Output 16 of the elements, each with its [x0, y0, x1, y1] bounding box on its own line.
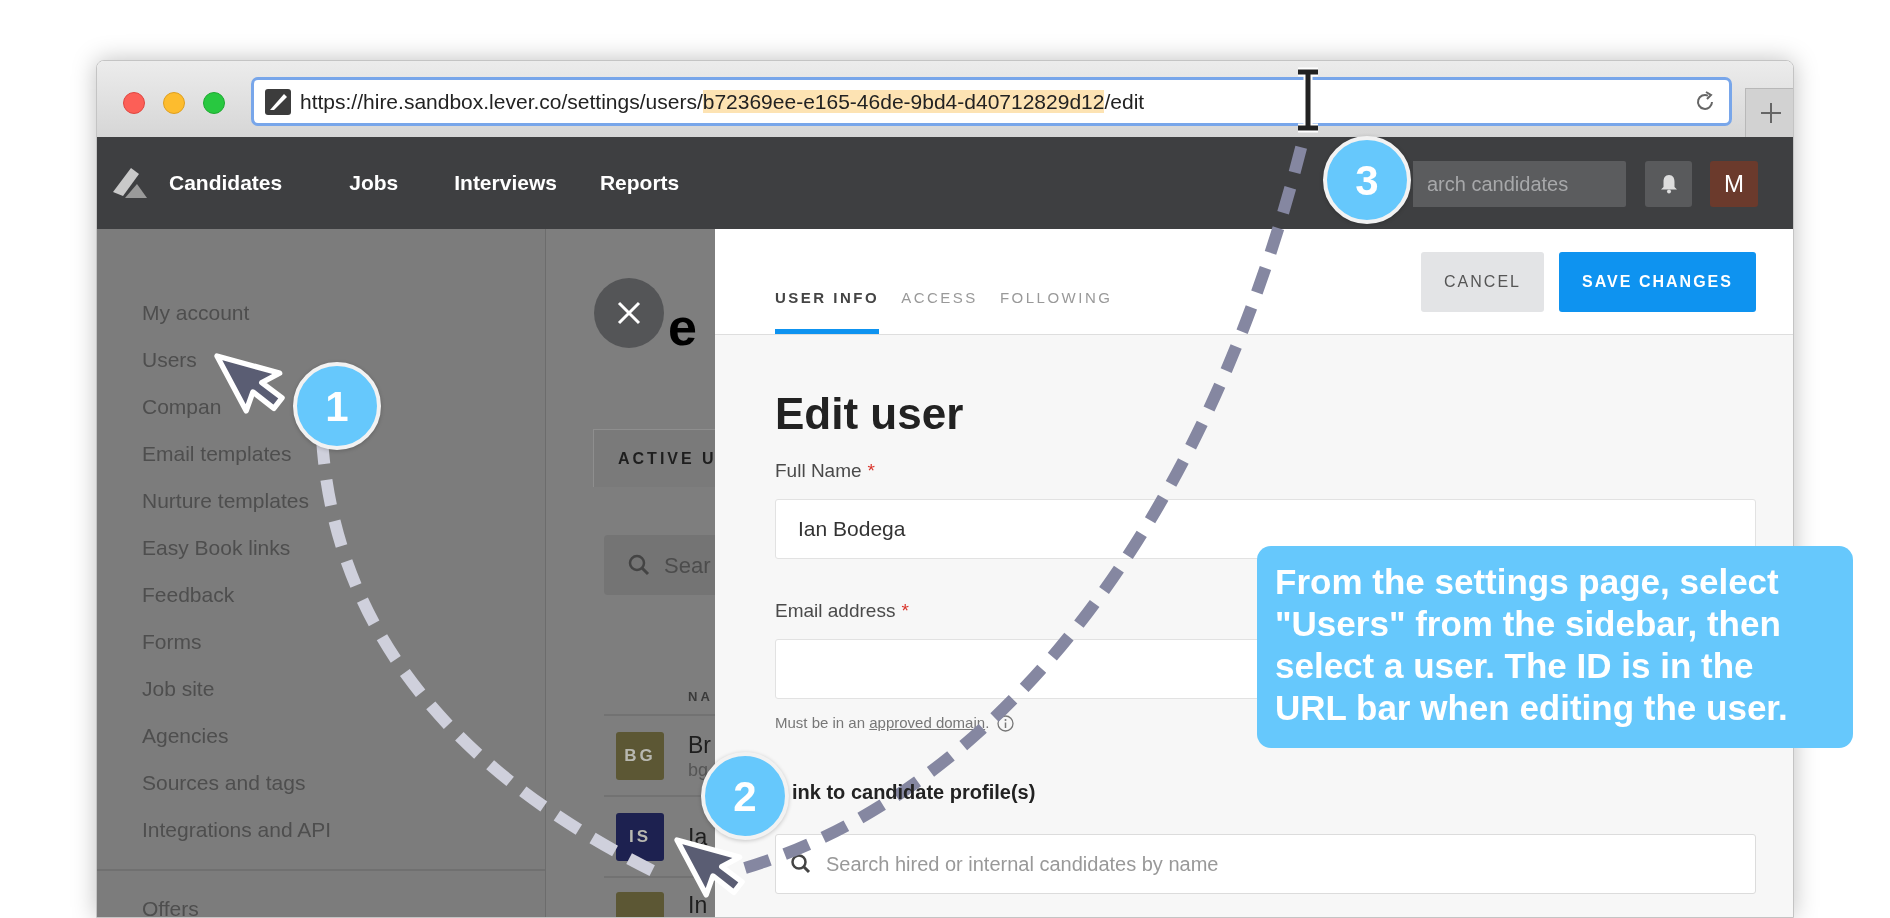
form-title: Edit user — [775, 388, 965, 440]
search-placeholder: Search hired or internal candidates by name — [826, 852, 1219, 877]
search-placeholder: arch candidates — [1427, 172, 1569, 197]
column-header: NA — [688, 688, 713, 706]
avatar: BG — [616, 731, 664, 780]
required-mark: * — [867, 459, 875, 483]
instruction-tooltip: From the settings page, select "Users" from the sidebar, then select a user. The ID is in the URL bar when editing the user. — [1257, 546, 1853, 748]
url-text: https://hire.sandbox.lever.co/settings/users/b72369ee-e165-46de-9bd4-d40712829d12/edit — [300, 88, 1145, 115]
field-hint: Must be in an approved domain. — [775, 713, 990, 733]
page-heading: e — [668, 301, 697, 353]
required-mark: * — [901, 599, 909, 623]
field-label: Email address — [775, 599, 896, 623]
user-name: In — [688, 892, 708, 917]
avatar: IS — [616, 812, 664, 861]
field-label: Full Name — [775, 459, 862, 483]
field-label: ink to candidate profile(s) — [792, 780, 1036, 804]
